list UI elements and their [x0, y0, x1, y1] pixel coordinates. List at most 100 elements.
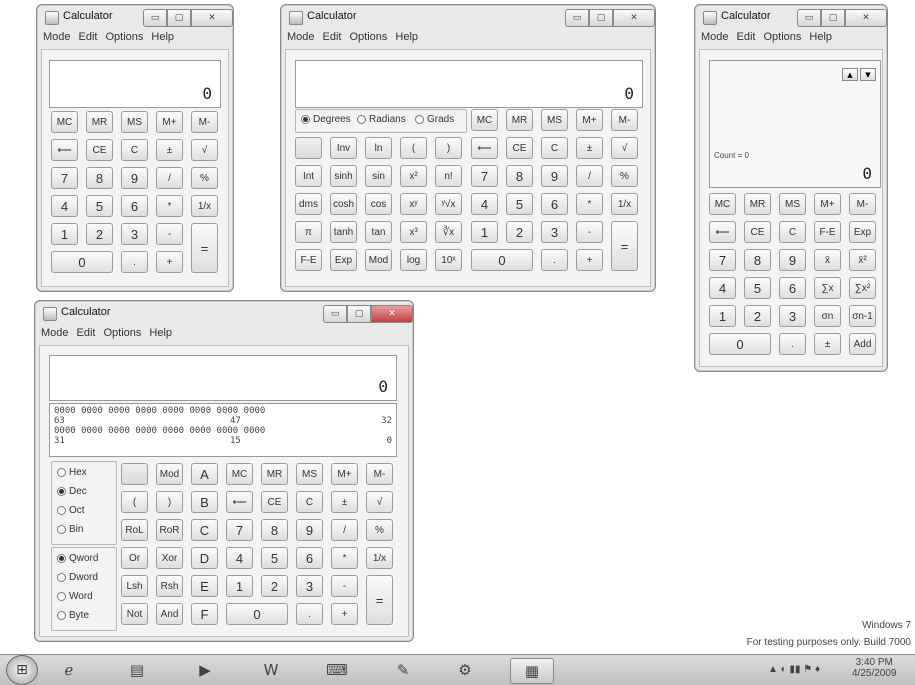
key-1[interactable]: 1 [226, 575, 253, 597]
menu-mode[interactable]: Mode [43, 31, 71, 47]
key-mod[interactable]: Mod [156, 463, 183, 485]
key-sym[interactable]: / [331, 519, 358, 541]
key-m[interactable]: M+ [814, 193, 841, 215]
menu-options[interactable]: Options [764, 31, 802, 47]
key-cosh[interactable]: cosh [330, 193, 357, 215]
key-c[interactable]: C [296, 491, 323, 513]
key-tanh[interactable]: tanh [330, 221, 357, 243]
media-player-icon[interactable]: ▶ [184, 658, 226, 682]
key-d[interactable]: D [191, 547, 218, 569]
key-equals[interactable]: = [191, 223, 218, 273]
start-button[interactable]: ⊞ [6, 655, 38, 685]
key-mr[interactable]: MR [261, 463, 288, 485]
radio-word-dword[interactable]: Dword [57, 572, 98, 583]
key-7[interactable]: 7 [226, 519, 253, 541]
close-button[interactable]: ✕ [613, 9, 655, 27]
key-add[interactable]: Add [849, 333, 876, 355]
key-9[interactable]: 9 [121, 167, 148, 189]
key-6[interactable]: 6 [121, 195, 148, 217]
key-not[interactable]: Not [121, 603, 148, 625]
key-x[interactable]: xʸ [400, 193, 427, 215]
key-x[interactable]: ∑x² [849, 277, 876, 299]
key-ce[interactable]: CE [261, 491, 288, 513]
key-tan[interactable]: tan [365, 221, 392, 243]
key-7[interactable]: 7 [709, 249, 736, 271]
key-sym[interactable]: ) [435, 137, 462, 159]
key-1[interactable]: 1 [51, 223, 78, 245]
key-ce[interactable]: CE [744, 221, 771, 243]
key-9[interactable]: 9 [296, 519, 323, 541]
key-int[interactable]: Int [295, 165, 322, 187]
key-ms[interactable]: MS [541, 109, 568, 131]
scroll-down-button[interactable]: ▼ [860, 68, 876, 81]
key-2[interactable]: 2 [506, 221, 533, 243]
key-8[interactable]: 8 [506, 165, 533, 187]
key-mc[interactable]: MC [51, 111, 78, 133]
key-sym[interactable]: ⟵ [709, 221, 736, 243]
key-sym[interactable]: / [576, 165, 603, 187]
key-exp[interactable]: Exp [849, 221, 876, 243]
key-6[interactable]: 6 [296, 547, 323, 569]
maximize-button[interactable]: ▢ [167, 9, 191, 27]
key-sym[interactable]: * [576, 193, 603, 215]
key-a[interactable]: A [191, 463, 218, 485]
key-4[interactable]: 4 [709, 277, 736, 299]
key-equals[interactable]: = [611, 221, 638, 271]
key-m[interactable]: M+ [576, 109, 603, 131]
minimize-button[interactable]: ▭ [797, 9, 821, 27]
key-1x[interactable]: 1/x [191, 195, 218, 217]
key-8[interactable]: 8 [86, 167, 113, 189]
key-2[interactable]: 2 [744, 305, 771, 327]
settings-icon[interactable]: ⚙ [444, 658, 486, 682]
key-0[interactable]: 0 [471, 249, 533, 271]
key-2[interactable]: 2 [86, 223, 113, 245]
key-sinh[interactable]: sinh [330, 165, 357, 187]
key-0[interactable]: 0 [709, 333, 771, 355]
radio-word-qword[interactable]: Qword [57, 553, 98, 564]
key-sym[interactable]: √ [366, 491, 393, 513]
key-cos[interactable]: cos [365, 193, 392, 215]
key-sin[interactable]: sin [365, 165, 392, 187]
key-2[interactable]: 2 [261, 575, 288, 597]
key-x[interactable]: ∛x [435, 221, 462, 243]
key-1[interactable]: 1 [471, 221, 498, 243]
key-5[interactable]: 5 [744, 277, 771, 299]
key-sym[interactable]: √ [191, 139, 218, 161]
key-and[interactable]: And [156, 603, 183, 625]
key-x[interactable]: x̄² [849, 249, 876, 271]
title-bar[interactable]: Calculator ▭ ▢ ✕ [37, 5, 233, 29]
minimize-button[interactable]: ▭ [323, 305, 347, 323]
key-3[interactable]: 3 [296, 575, 323, 597]
key-9[interactable]: 9 [779, 249, 806, 271]
key-sym[interactable]: ( [121, 491, 148, 513]
key-e[interactable]: E [191, 575, 218, 597]
key-9[interactable]: 9 [541, 165, 568, 187]
key-sym[interactable]: ± [156, 139, 183, 161]
key-5[interactable]: 5 [261, 547, 288, 569]
key-exp[interactable]: Exp [330, 249, 357, 271]
key-c[interactable]: C [541, 137, 568, 159]
key-rsh[interactable]: Rsh [156, 575, 183, 597]
internet-explorer-icon[interactable]: ℯ [48, 658, 90, 682]
key-mod[interactable]: Mod [365, 249, 392, 271]
key-xor[interactable]: Xor [156, 547, 183, 569]
key-m[interactable]: M- [366, 463, 393, 485]
key-6[interactable]: 6 [541, 193, 568, 215]
radio-word-word[interactable]: Word [57, 591, 93, 602]
key-log[interactable]: log [400, 249, 427, 271]
radio-base-hex[interactable]: Hex [57, 467, 87, 478]
key-decimal[interactable]: . [296, 603, 323, 625]
key-n[interactable]: n! [435, 165, 462, 187]
key-fe[interactable]: F-E [295, 249, 322, 271]
explorer-folder-icon[interactable]: ▤ [116, 658, 158, 682]
calculator-taskbar-icon[interactable]: ▦ [510, 658, 554, 684]
close-button[interactable]: ✕ [191, 9, 233, 27]
key-ce[interactable]: CE [86, 139, 113, 161]
key-mr[interactable]: MR [506, 109, 533, 131]
key-sym[interactable]: ± [331, 491, 358, 513]
clock[interactable]: 3:40 PM 4/25/2009 [852, 657, 897, 679]
key-rol[interactable]: RoL [121, 519, 148, 541]
key-4[interactable]: 4 [471, 193, 498, 215]
key-ms[interactable]: MS [779, 193, 806, 215]
radio-base-bin[interactable]: Bin [57, 524, 83, 535]
